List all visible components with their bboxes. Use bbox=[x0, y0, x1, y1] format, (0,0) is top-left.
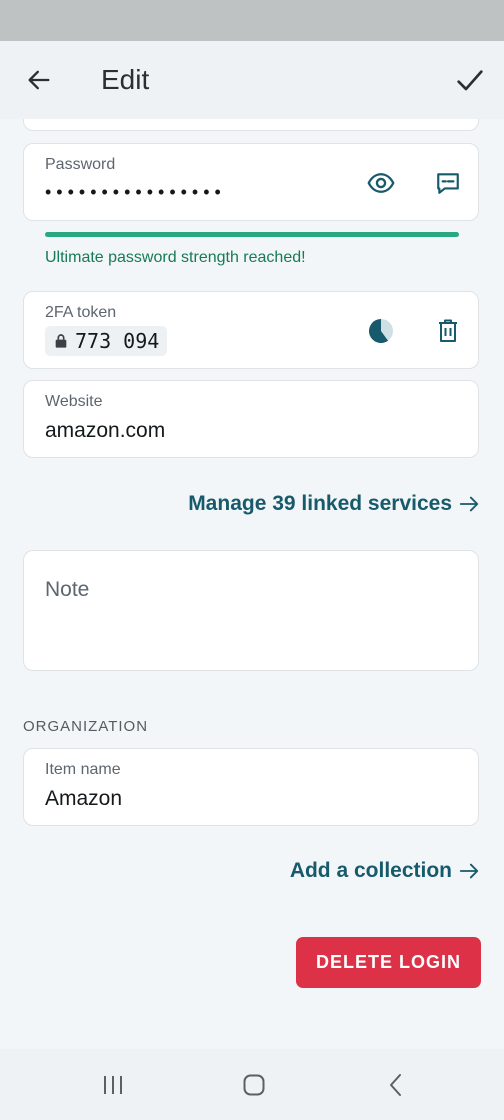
add-collection-label: Add a collection bbox=[289, 859, 452, 882]
password-strength-meter bbox=[45, 232, 459, 237]
item-name-input[interactable]: Amazon bbox=[45, 787, 122, 811]
system-navigation-bar bbox=[0, 1049, 504, 1120]
check-icon bbox=[457, 70, 483, 91]
trash-icon bbox=[439, 319, 457, 342]
home-button[interactable] bbox=[234, 1067, 274, 1103]
note-card[interactable]: Note bbox=[23, 550, 479, 671]
remove-totp-button[interactable] bbox=[428, 311, 468, 351]
totp-timer bbox=[361, 311, 401, 351]
previous-field-card[interactable] bbox=[23, 119, 479, 131]
website-card[interactable]: Website amazon.com bbox=[23, 380, 479, 458]
reveal-password-button[interactable] bbox=[361, 163, 401, 203]
recent-apps-button[interactable] bbox=[93, 1067, 133, 1103]
top-app-bar: Edit bbox=[0, 41, 504, 119]
delete-login-button[interactable]: DELETE LOGIN bbox=[296, 937, 481, 988]
organization-section-title: ORGANIZATION bbox=[23, 718, 149, 735]
save-button[interactable] bbox=[450, 61, 490, 101]
password-card[interactable]: Password •••••••••••••••• bbox=[23, 143, 479, 221]
item-name-label: Item name bbox=[45, 761, 121, 778]
manage-linked-services-label: Manage 39 linked services bbox=[188, 492, 452, 515]
lock-icon bbox=[55, 334, 67, 348]
password-label: Password bbox=[45, 156, 116, 173]
add-collection-link[interactable]: Add a collection bbox=[290, 859, 480, 883]
system-back-button[interactable] bbox=[376, 1067, 416, 1103]
eye-icon bbox=[367, 173, 395, 193]
password-strength-fill bbox=[45, 232, 459, 237]
password-generator-icon bbox=[437, 173, 459, 194]
page-title: Edit bbox=[101, 64, 150, 95]
website-input[interactable]: amazon.com bbox=[45, 419, 165, 443]
generate-password-button[interactable] bbox=[428, 163, 468, 203]
countdown-pie-icon bbox=[368, 319, 393, 343]
totp-code: 773 094 bbox=[75, 329, 160, 353]
back-button[interactable] bbox=[20, 61, 58, 99]
edit-form[interactable]: Password •••••••••••••••• Ultimate passw… bbox=[0, 119, 504, 1049]
manage-linked-services-link[interactable]: Manage 39 linked services bbox=[188, 492, 480, 516]
password-strength-message: Ultimate password strength reached! bbox=[45, 249, 306, 266]
password-input[interactable]: •••••••••••••••• bbox=[45, 182, 226, 203]
recent-apps-icon bbox=[104, 1076, 122, 1094]
arrow-right-icon bbox=[459, 863, 479, 879]
totp-label: 2FA token bbox=[45, 304, 117, 321]
note-input[interactable]: Note bbox=[45, 578, 89, 602]
totp-card[interactable]: 2FA token 773 094 bbox=[23, 291, 479, 369]
arrow-right-icon bbox=[459, 496, 479, 512]
totp-code-chip[interactable]: 773 094 bbox=[45, 326, 168, 356]
chevron-left-icon bbox=[390, 1074, 401, 1096]
item-name-card[interactable]: Item name Amazon bbox=[23, 748, 479, 826]
home-icon bbox=[243, 1074, 265, 1096]
arrow-left-icon bbox=[28, 70, 50, 90]
website-label: Website bbox=[45, 393, 103, 410]
status-bar bbox=[0, 0, 504, 41]
